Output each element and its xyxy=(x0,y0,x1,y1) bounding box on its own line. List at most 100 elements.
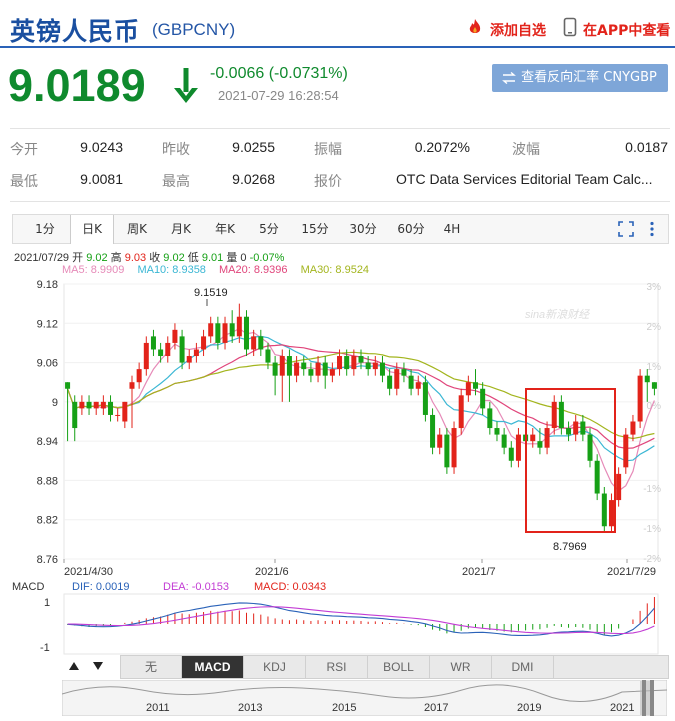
tab-weekly-k[interactable]: 周K xyxy=(119,215,155,243)
pct-tick-label: 2% xyxy=(647,322,662,333)
candle-body xyxy=(458,395,464,429)
stat-value: 9.0268 xyxy=(232,171,275,187)
candle-body xyxy=(651,382,657,389)
candle-body xyxy=(608,500,614,527)
y-tick-label: 9.12 xyxy=(37,318,58,330)
candle-body xyxy=(465,382,471,396)
kline-chart[interactable]: sina新浪财经 9.18 9.12 9.06 9 8.94 8.88 8.82 8.76 3… xyxy=(0,276,675,656)
candle-body xyxy=(150,336,156,350)
info-close-label: 收 xyxy=(149,252,161,264)
candle-body xyxy=(566,428,572,435)
stats-table: 今开 9.0243 昨收 9.0255 振幅 0.2072% 波幅 0.0187… xyxy=(10,128,670,202)
candle-body xyxy=(379,362,385,376)
tab-15min[interactable]: 15分 xyxy=(295,215,335,243)
candle-body xyxy=(530,434,536,442)
indicator-wr[interactable]: WR xyxy=(430,656,492,678)
indicator-none[interactable]: 无 xyxy=(121,656,182,678)
candle-body xyxy=(351,356,357,370)
candle-body xyxy=(422,382,428,415)
candle-body xyxy=(329,369,335,376)
pct-tick-label: -2% xyxy=(643,554,661,565)
candle-body xyxy=(315,362,321,376)
y-tick-label: 8.82 xyxy=(37,515,58,527)
stat-value: 0.0187 xyxy=(625,139,668,155)
navigator-year-label: 2017 xyxy=(424,702,448,714)
tab-30min[interactable]: 30分 xyxy=(343,215,383,243)
ma20-legend: MA20: 8.9396 xyxy=(219,264,288,276)
navigator-year-label: 2021 xyxy=(610,702,634,714)
macd-tick-bottom: -1 xyxy=(40,642,50,654)
tab-yearly-k[interactable]: 年K xyxy=(207,215,243,243)
tab-60min[interactable]: 60分 xyxy=(391,215,431,243)
candle-body xyxy=(158,349,164,357)
tab-5min[interactable]: 5分 xyxy=(251,215,287,243)
candle-body xyxy=(637,375,643,422)
scroll-down-icon[interactable] xyxy=(92,660,104,672)
candle-body xyxy=(616,473,622,501)
candle-body xyxy=(93,401,99,409)
indicator-macd[interactable]: MACD xyxy=(182,656,244,678)
ohlc-info: 2021/07/29 开 9.02 高 9.03 收 9.02 低 9.01 量… xyxy=(14,249,284,265)
tab-daily-k[interactable]: 日K xyxy=(70,215,114,244)
candle-body xyxy=(193,349,199,357)
candle-body xyxy=(487,408,493,429)
reverse-rate-label: 查看反向汇率 CNYGBP xyxy=(521,70,657,85)
candle-body xyxy=(630,421,636,435)
candle-body xyxy=(473,382,479,389)
candle-body xyxy=(623,434,629,468)
header-divider xyxy=(0,46,675,48)
stat-value: 9.0255 xyxy=(232,139,275,155)
time-navigator[interactable]: 2011 2013 2015 2017 2019 2021 xyxy=(62,680,667,716)
candle-body xyxy=(573,421,579,435)
tab-monthly-k[interactable]: 月K xyxy=(163,215,199,243)
stat-value: 9.0243 xyxy=(80,139,123,155)
candle-body xyxy=(558,401,564,429)
candle-body xyxy=(308,369,314,376)
info-low-label: 低 xyxy=(187,252,199,264)
candle-body xyxy=(122,401,128,422)
y-tick-label: 9.18 xyxy=(37,279,58,291)
ma10-legend: MA10: 8.9358 xyxy=(137,264,206,276)
candle-body xyxy=(451,428,457,468)
candle-body xyxy=(79,401,85,409)
scroll-up-icon[interactable] xyxy=(68,660,80,672)
tab-1min[interactable]: 1分 xyxy=(27,215,63,243)
candle-body xyxy=(365,362,371,370)
stat-label: 今开 xyxy=(10,141,38,157)
reverse-rate-button[interactable]: 查看反向汇率 CNYGBP xyxy=(492,64,668,92)
navigator-year-label: 2013 xyxy=(238,702,262,714)
candle-body xyxy=(580,421,586,435)
candle-body xyxy=(508,447,514,461)
macd-value-legend: MACD: 0.0343 xyxy=(254,581,326,593)
navigator-year-label: 2019 xyxy=(517,702,541,714)
indicator-rsi[interactable]: RSI xyxy=(306,656,368,678)
y-tick-label: 8.94 xyxy=(37,436,58,448)
candle-body xyxy=(322,362,328,376)
page-title: 英镑人民币 xyxy=(10,17,141,46)
stat-value: OTC Data Services Editorial Team Calc... xyxy=(396,171,653,187)
more-icon[interactable] xyxy=(648,221,656,237)
quote-timestamp: 2021-07-29 16:28:54 xyxy=(218,88,339,103)
candle-body xyxy=(401,369,407,376)
candle-body xyxy=(337,356,343,370)
indicator-dmi[interactable]: DMI xyxy=(492,656,554,678)
dif-legend: DIF: 0.0019 xyxy=(72,581,129,593)
candle-body xyxy=(587,434,593,461)
indicator-boll[interactable]: BOLL xyxy=(368,656,430,678)
info-high: 9.03 xyxy=(124,252,147,264)
candle-body xyxy=(601,493,607,527)
stat-label: 振幅 xyxy=(314,141,342,157)
candle-body xyxy=(294,362,300,376)
candle-body xyxy=(551,401,557,429)
indicator-tabs: 无 MACD KDJ RSI BOLL WR DMI xyxy=(120,655,669,679)
candle-body xyxy=(65,382,71,389)
candle-body xyxy=(444,434,450,468)
indicator-kdj[interactable]: KDJ xyxy=(244,656,306,678)
tab-4h[interactable]: 4H xyxy=(437,215,467,243)
fullscreen-icon[interactable] xyxy=(618,221,634,237)
stat-value: 9.0081 xyxy=(80,171,123,187)
stat-label: 波幅 xyxy=(512,141,540,157)
stat-label: 最低 xyxy=(10,173,38,189)
low-annotation: 8.7969 xyxy=(553,541,587,553)
stat-label: 报价 xyxy=(314,173,342,189)
